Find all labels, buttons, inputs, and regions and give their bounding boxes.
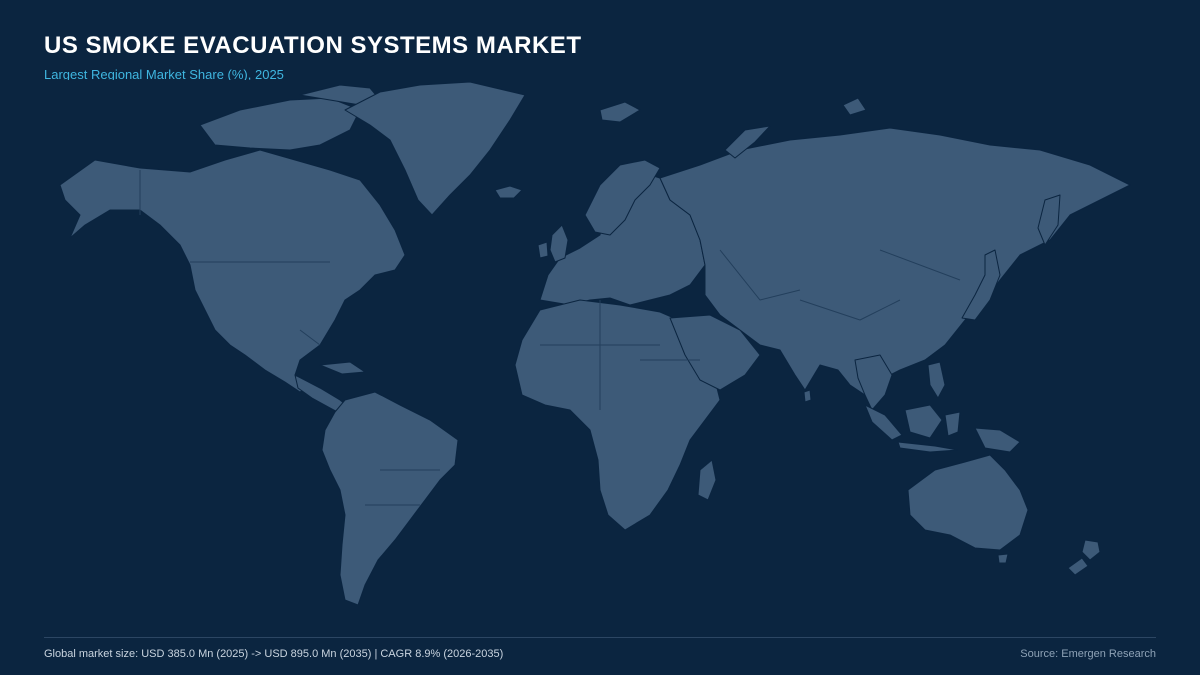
landmass-new-zealand-north: [1081, 539, 1101, 561]
landmass-south-america: [321, 391, 459, 606]
page-title: US SMOKE EVACUATION SYSTEMS MARKET: [44, 32, 582, 59]
footer-divider: [44, 637, 1156, 638]
landmass-ireland: [537, 241, 549, 259]
landmass-arctic-islands: [199, 97, 361, 151]
landmass-british-isles: [549, 224, 569, 263]
landmass-new-zealand-south: [1067, 557, 1089, 576]
market-size-summary: Global market size: USD 385.0 Mn (2025) …: [44, 648, 504, 660]
landmass-severnaya: [842, 97, 867, 116]
world-map: [59, 81, 1131, 606]
source-credit: Source: Emergen Research: [1020, 648, 1156, 660]
landmass-north-america: [59, 149, 406, 393]
landmass-svalbard: [599, 101, 641, 123]
landmass-madagascar: [697, 459, 717, 501]
landmass-iceland: [494, 185, 523, 199]
landmass-caribbean: [319, 361, 366, 375]
landmass-borneo: [904, 404, 943, 439]
landmass-java: [897, 441, 959, 453]
landmass-philippines: [927, 361, 946, 399]
landmass-new-guinea: [974, 427, 1021, 453]
landmass-australia: [907, 454, 1029, 551]
landmass-sri-lanka: [803, 389, 812, 403]
landmass-sulawesi: [944, 411, 961, 437]
landmass-tasmania: [997, 553, 1009, 564]
chart-page: US SMOKE EVACUATION SYSTEMS MARKET Large…: [0, 0, 1200, 675]
landmass-sumatra: [864, 404, 903, 441]
